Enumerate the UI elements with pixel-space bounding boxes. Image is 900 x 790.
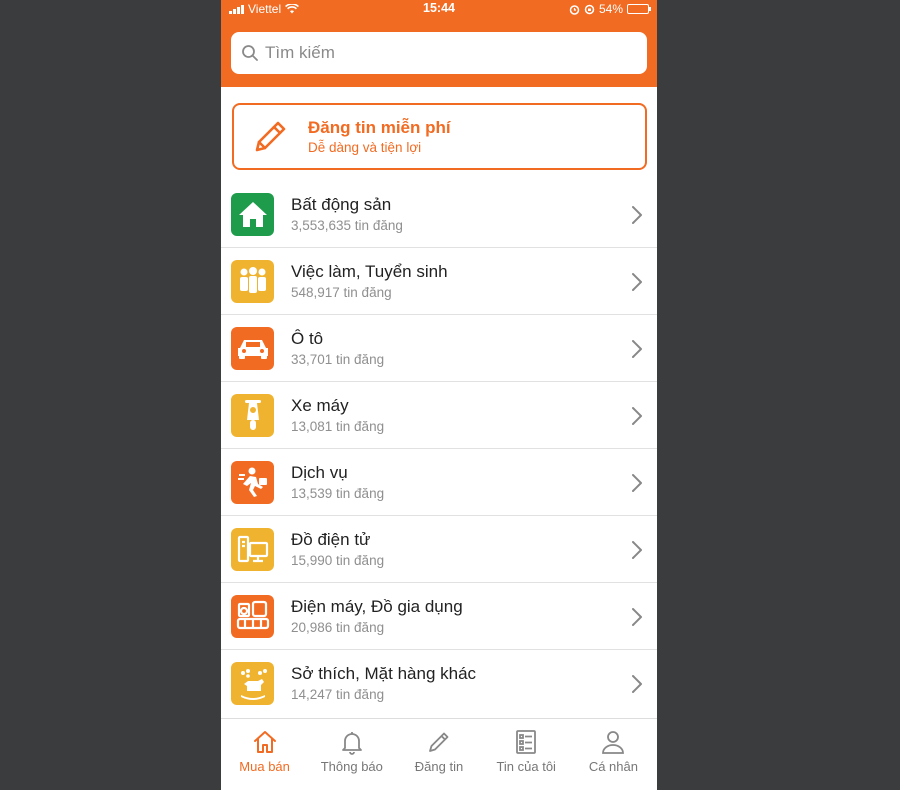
category-name: Việc làm, Tuyển sinh xyxy=(291,262,448,281)
home-icon xyxy=(253,731,276,753)
search-icon xyxy=(242,45,258,61)
category-text: Bất động sản 3,553,635 tin đăng xyxy=(291,195,403,233)
status-time: 15:44 xyxy=(423,1,455,15)
chevron-right-icon xyxy=(632,474,642,492)
bell-icon xyxy=(341,732,362,755)
car-icon xyxy=(231,326,274,370)
chevron-right-icon xyxy=(632,407,642,425)
delivery-icon xyxy=(231,460,274,504)
chevron-right-icon xyxy=(632,608,642,626)
rocking-horse-icon xyxy=(231,662,274,705)
tab-post-ad[interactable]: Đăng tin xyxy=(395,719,482,790)
category-name: Ô tô xyxy=(291,329,324,348)
category-row-motorbikes[interactable]: Xe máy 13,081 tin đăng xyxy=(221,382,657,449)
bottom-tab-bar: Mua bán Thông báo Đăng tin Tin của tôi C… xyxy=(221,718,657,790)
chevron-right-icon xyxy=(632,675,642,693)
category-text: Dịch vụ 13,539 tin đăng xyxy=(291,463,384,501)
chevron-right-icon xyxy=(632,206,642,224)
tab-label: Tin của tôi xyxy=(496,759,556,774)
post-banner-subtitle: Dễ dàng và tiện lợi xyxy=(308,140,422,155)
category-row-real-estate[interactable]: Bất động sản 3,553,635 tin đăng xyxy=(221,181,657,248)
post-free-ad-button[interactable]: Đăng tin miễn phí Dễ dàng và tiện lợi xyxy=(232,103,647,170)
category-row-cars[interactable]: Ô tô 33,701 tin đăng xyxy=(221,315,657,382)
search-bar[interactable] xyxy=(231,32,647,74)
tab-label: Mua bán xyxy=(239,759,290,774)
phone-screen: Viettel 15:44 54% Đăng tin miễn phí Dễ d… xyxy=(221,0,657,790)
list-icon xyxy=(516,730,537,754)
tab-label: Cá nhân xyxy=(588,759,638,774)
chevron-right-icon xyxy=(632,273,642,291)
category-list: Bất động sản 3,553,635 tin đăng Việc làm… xyxy=(221,181,657,717)
scooter-icon xyxy=(231,393,274,437)
category-count: 3,553,635 tin đăng xyxy=(291,218,403,233)
tab-label: Đăng tin xyxy=(414,759,464,774)
category-text: Sở thích, Mặt hàng khác 14,247 tin đăng xyxy=(291,664,476,702)
search-input[interactable] xyxy=(265,43,637,63)
pencil-icon xyxy=(255,121,286,151)
category-text: Ô tô 33,701 tin đăng xyxy=(291,329,384,367)
category-row-services[interactable]: Dịch vụ 13,539 tin đăng xyxy=(221,449,657,516)
category-text: Xe máy 13,081 tin đăng xyxy=(291,396,384,434)
category-count: 15,990 tin đăng xyxy=(291,553,385,568)
category-count: 13,081 tin đăng xyxy=(291,419,385,434)
chevron-right-icon xyxy=(632,541,642,559)
tab-buy-sell[interactable]: Mua bán xyxy=(221,719,308,790)
tab-notifications[interactable]: Thông báo xyxy=(308,719,395,790)
battery-icon xyxy=(627,4,651,14)
category-name: Xe máy xyxy=(291,396,349,415)
chevron-right-icon xyxy=(632,340,642,358)
category-row-appliances[interactable]: Điện máy, Đồ gia dụng 20,986 tin đăng xyxy=(221,583,657,650)
category-text: Điện máy, Đồ gia dụng 20,986 tin đăng xyxy=(291,597,463,635)
category-count: 548,917 tin đăng xyxy=(291,285,392,300)
pencil-icon xyxy=(429,732,449,752)
status-bar: Viettel 15:44 54% xyxy=(221,0,657,18)
category-name: Dịch vụ xyxy=(291,463,348,482)
category-count: 13,539 tin đăng xyxy=(291,486,385,501)
category-row-hobbies[interactable]: Sở thích, Mặt hàng khác 14,247 tin đăng xyxy=(221,650,657,717)
category-name: Đồ điện tử xyxy=(291,530,371,549)
category-count: 14,247 tin đăng xyxy=(291,687,385,702)
user-icon xyxy=(602,731,625,754)
category-name: Bất động sản xyxy=(291,195,392,214)
category-row-jobs[interactable]: Việc làm, Tuyển sinh 548,917 tin đăng xyxy=(221,248,657,315)
house-icon xyxy=(231,192,274,236)
category-count: 20,986 tin đăng xyxy=(291,620,385,635)
computer-icon xyxy=(231,527,274,571)
post-banner-title: Đăng tin miễn phí xyxy=(308,118,451,137)
post-banner-text: Đăng tin miễn phí Dễ dàng và tiện lợi xyxy=(308,118,451,155)
category-text: Việc làm, Tuyển sinh 548,917 tin đăng xyxy=(291,262,448,300)
category-text: Đồ điện tử 15,990 tin đăng xyxy=(291,530,384,568)
category-count: 33,701 tin đăng xyxy=(291,352,385,367)
category-row-electronics[interactable]: Đồ điện tử 15,990 tin đăng xyxy=(221,516,657,583)
tab-my-ads[interactable]: Tin của tôi xyxy=(483,719,570,790)
category-name: Sở thích, Mặt hàng khác xyxy=(291,664,477,683)
app-header: Viettel 15:44 54% xyxy=(221,0,657,87)
appliance-icon xyxy=(231,594,274,638)
category-name: Điện máy, Đồ gia dụng xyxy=(291,597,463,616)
tab-label: Thông báo xyxy=(320,759,383,774)
people-icon xyxy=(231,259,274,303)
tab-profile[interactable]: Cá nhân xyxy=(570,719,657,790)
